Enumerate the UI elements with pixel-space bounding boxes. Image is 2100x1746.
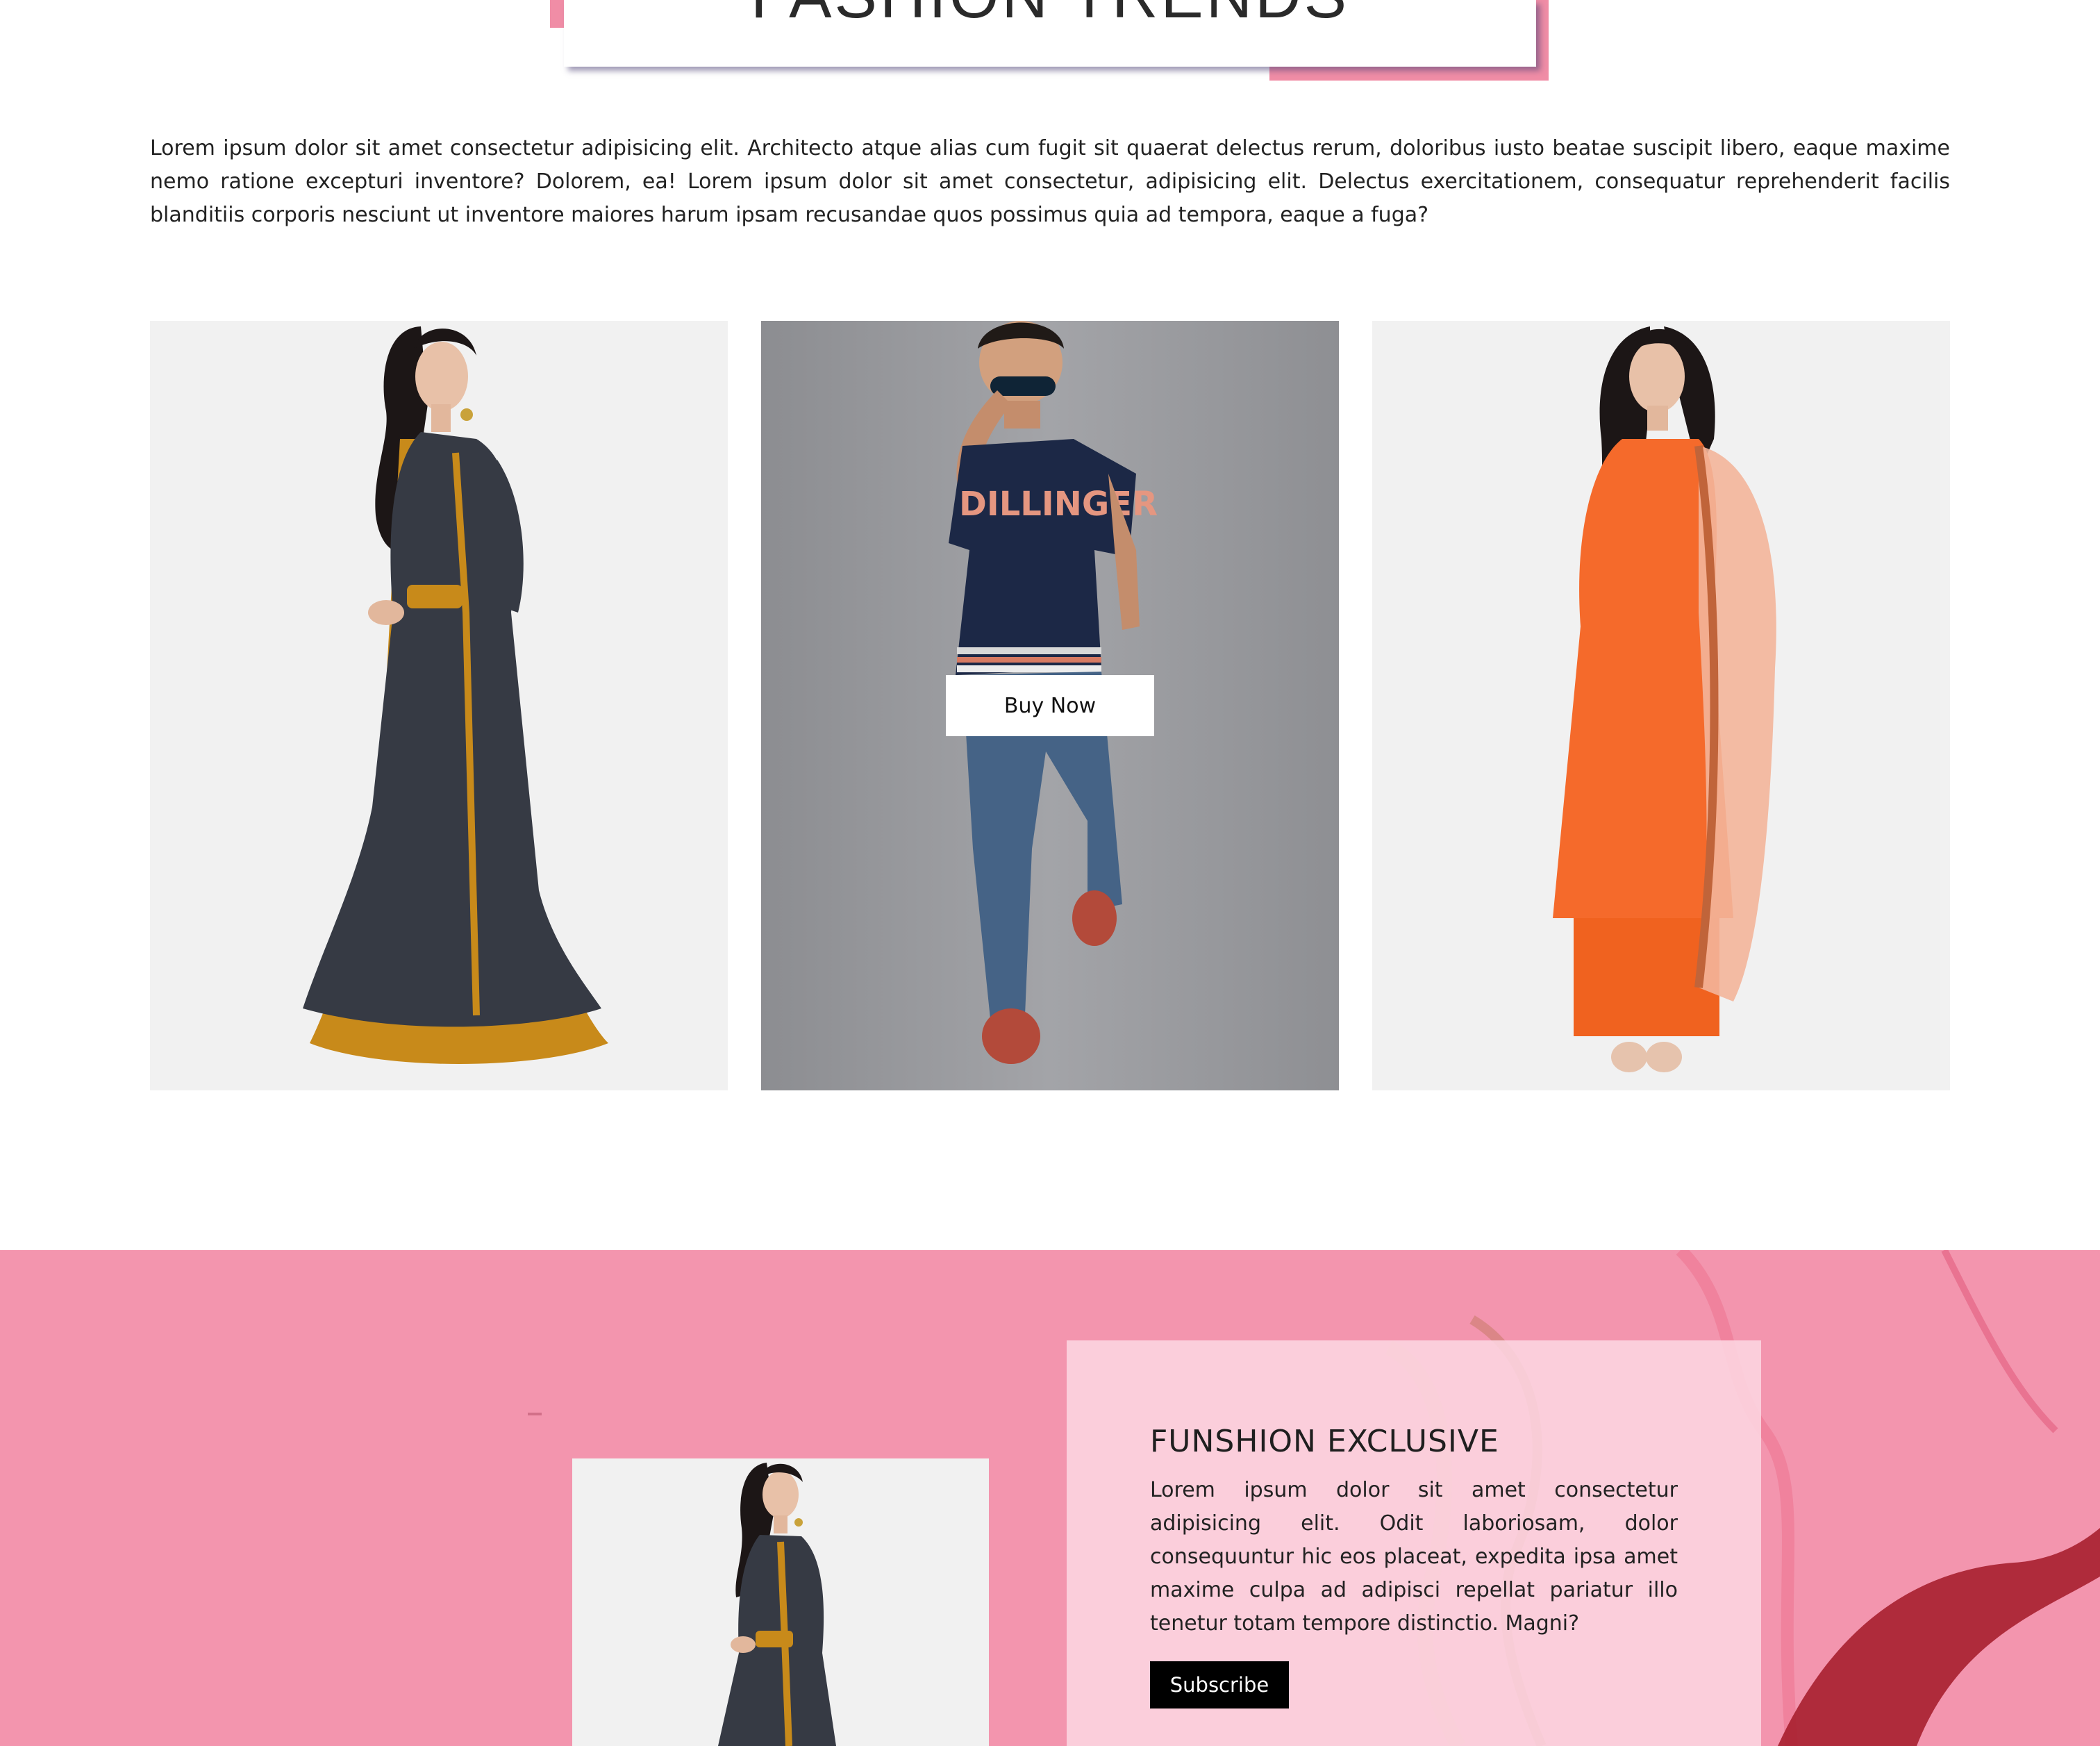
product-image-woman-orange-kurta [1553,326,1776,1072]
title-accent-left [550,0,564,28]
exclusive-description: Lorem ipsum dolor sit amet consectetur a… [1150,1478,1678,1636]
product-card-1[interactable] [150,321,728,1090]
smoke-background-graphic [528,1250,2100,1746]
intro-paragraph: Lorem ipsum dolor sit amet consectetur a… [150,136,1950,227]
exclusive-title: FUNSHION EXCLUSIVE [1150,1424,1499,1459]
product-card-3[interactable] [1372,321,1950,1090]
page-title: FASHION TRENDS [564,0,1536,33]
buy-now-button[interactable]: Buy Now [946,675,1154,736]
title-card: FASHION TRENDS [564,0,1536,67]
product-image-woman-grey-gown [303,326,608,1064]
product-card-2[interactable]: DILLINGER Buy Now [761,321,1339,1090]
tshirt-print: DILLINGER [959,485,1158,524]
woman-grey-gown-thumbnail [718,1463,836,1746]
exclusive-card: FUNSHION EXCLUSIVE Lorem ipsum dolor sit… [1067,1340,1761,1746]
exclusive-section: FUNSHION EXCLUSIVE Lorem ipsum dolor sit… [0,1250,2100,1746]
exclusive-product-image [572,1458,989,1746]
subscribe-button[interactable]: Subscribe [1150,1661,1289,1708]
